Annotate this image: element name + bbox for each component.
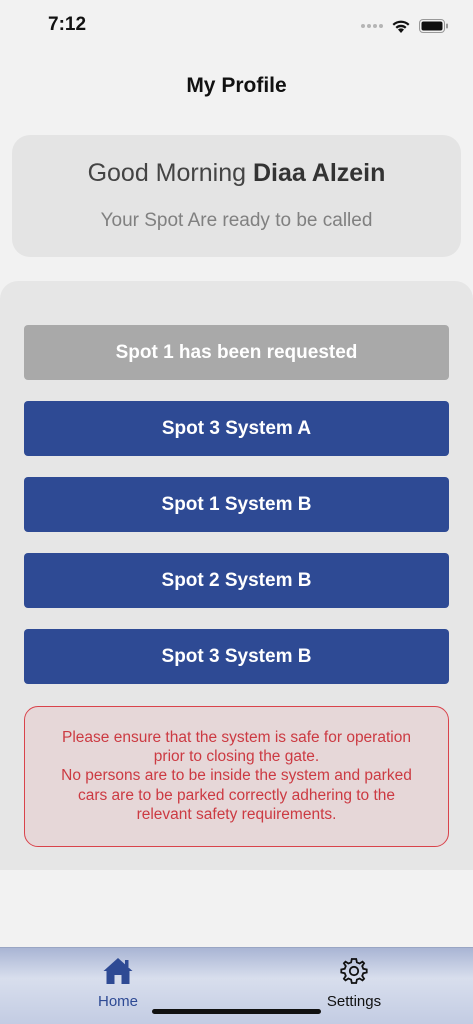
status-icons (361, 16, 449, 36)
tab-home[interactable]: Home (63, 956, 173, 1010)
cellular-signal-icon (361, 24, 383, 28)
spot-1-requested-button[interactable]: Spot 1 has been requested (24, 325, 449, 380)
warning-line: relevant safety requirements. (136, 805, 337, 823)
tab-settings[interactable]: Settings (299, 956, 409, 1010)
battery-icon (419, 19, 448, 33)
status-time: 7:12 (48, 14, 87, 35)
warning-line: Please ensure that the system is safe fo… (62, 729, 411, 746)
greeting-prefix: Good Morning (87, 159, 253, 187)
house-icon (103, 958, 133, 984)
spots-panel: Spot 1 has been requested Spot 3 System … (0, 281, 473, 870)
tab-settings-label: Settings (326, 993, 382, 1010)
page-title: My Profile (186, 74, 287, 97)
spot-3-system-a-button[interactable]: Spot 3 System A (24, 401, 449, 456)
user-name: Diaa Alzein (252, 159, 386, 187)
wifi-icon (392, 20, 410, 33)
spot-1-system-b-button[interactable]: Spot 1 System B (24, 477, 449, 532)
spot-3-system-b-button[interactable]: Spot 3 System B (24, 629, 449, 684)
home-indicator (152, 1009, 321, 1014)
spot-2-system-b-button[interactable]: Spot 2 System B (24, 553, 449, 608)
greeting-subtitle: Your Spot Are ready to be called (100, 210, 373, 231)
status-bar: 7:12 (0, 0, 473, 50)
safety-warning: Please ensure that the system is safe fo… (24, 706, 449, 847)
greeting-card: Good Morning Diaa Alzein Your Spot Are r… (12, 135, 461, 257)
greeting-line: Good Morning Diaa Alzein (12, 159, 461, 188)
warning-line: No persons are to be inside the system a… (61, 767, 412, 785)
warning-line: cars are to be parked correctly adhering… (77, 786, 396, 804)
gear-icon (340, 958, 368, 984)
tab-home-label: Home (97, 993, 138, 1010)
warning-line: prior to closing the gate. (153, 748, 320, 766)
